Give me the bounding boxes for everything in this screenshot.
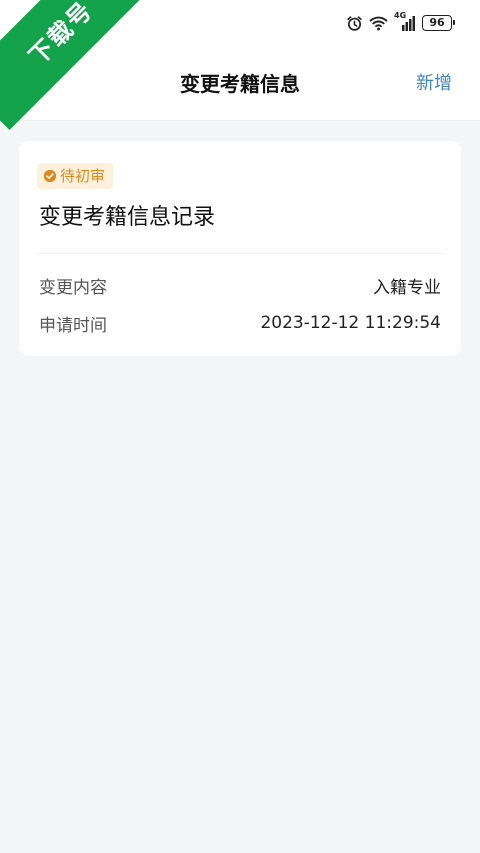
alarm-icon	[347, 15, 362, 31]
check-circle-icon	[43, 169, 57, 183]
record-title: 变更考籍信息记录	[39, 205, 216, 230]
change-content-value: 入籍专业	[373, 277, 441, 298]
apply-time-row: 申请时间 2023-12-12 11:29:54	[39, 310, 441, 336]
status-text: 待初审	[60, 167, 106, 185]
status-icons: 4G 96	[346, 11, 455, 33]
apply-time-value: 2023-12-12 11:29:54	[260, 313, 441, 333]
apply-time-label: 申请时间	[39, 315, 107, 336]
wifi-icon	[369, 16, 388, 31]
change-content-row: 变更内容 入籍专业	[39, 272, 441, 298]
change-content-label: 变更内容	[39, 277, 107, 298]
signal-icon: 4G	[394, 11, 416, 32]
battery-level: 96	[429, 16, 445, 29]
battery-icon: 96	[422, 15, 455, 31]
page-title: 变更考籍信息	[180, 72, 300, 96]
add-button[interactable]: 新增	[416, 72, 452, 96]
status-badge: 待初审	[37, 163, 114, 189]
record-card-header: 待初审 变更考籍信息记录	[37, 163, 445, 254]
record-card[interactable]: 待初审 变更考籍信息记录 变更内容 入籍专业 申请时间 2023-12-12 1…	[19, 141, 461, 356]
